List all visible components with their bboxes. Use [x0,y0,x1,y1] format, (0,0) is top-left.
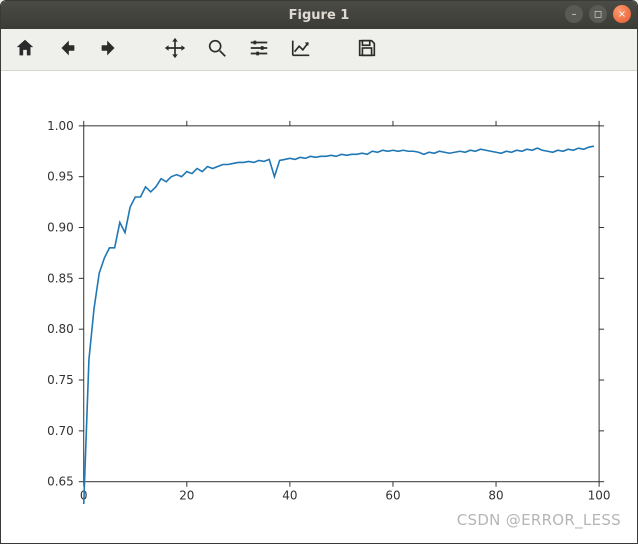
arrow-right-icon [98,37,120,63]
svg-text:100: 100 [588,489,611,503]
pan-button[interactable] [161,36,189,64]
back-button[interactable] [53,36,81,64]
arrow-left-icon [56,37,78,63]
window-controls: – ◻ × [565,5,631,23]
y-ticks: 0.65 0.70 0.75 0.80 0.85 0.90 0.95 1.00 [47,119,604,489]
svg-text:60: 60 [385,489,400,503]
svg-text:0.95: 0.95 [47,170,74,184]
toolbar [1,29,637,71]
svg-text:0.80: 0.80 [47,322,74,336]
home-icon [14,37,36,63]
svg-text:0.75: 0.75 [47,373,74,387]
canvas-area: 0.650.700.750.800.850.900.951.00 0204060… [1,71,637,543]
move-icon [164,37,186,63]
forward-button[interactable] [95,36,123,64]
close-button[interactable]: × [613,5,631,23]
figure-window: Figure 1 – ◻ × [0,0,638,544]
edit-button[interactable] [287,36,315,64]
svg-text:80: 80 [488,489,503,503]
data-line [84,146,594,504]
home-button[interactable] [11,36,39,64]
window-title: Figure 1 [1,8,637,23]
x-ticks: 020406080100 [80,121,611,503]
save-button[interactable] [353,36,381,64]
svg-text:0.70: 0.70 [47,424,74,438]
maximize-button[interactable]: ◻ [589,5,607,23]
svg-text:20: 20 [179,489,194,503]
svg-text:0.90: 0.90 [47,220,74,234]
svg-text:0.85: 0.85 [47,271,74,285]
chart-line-icon [290,37,312,63]
search-icon [206,37,228,63]
titlebar: Figure 1 – ◻ × [1,1,637,29]
svg-text:1.00: 1.00 [47,119,74,133]
minimize-button[interactable]: – [565,5,583,23]
configure-button[interactable] [245,36,273,64]
save-icon [356,37,378,63]
zoom-button[interactable] [203,36,231,64]
plot: 0.650.700.750.800.850.900.951.00 0204060… [1,71,637,543]
svg-text:40: 40 [282,489,297,503]
svg-text:0.65: 0.65 [47,475,74,489]
sliders-icon [248,37,270,63]
